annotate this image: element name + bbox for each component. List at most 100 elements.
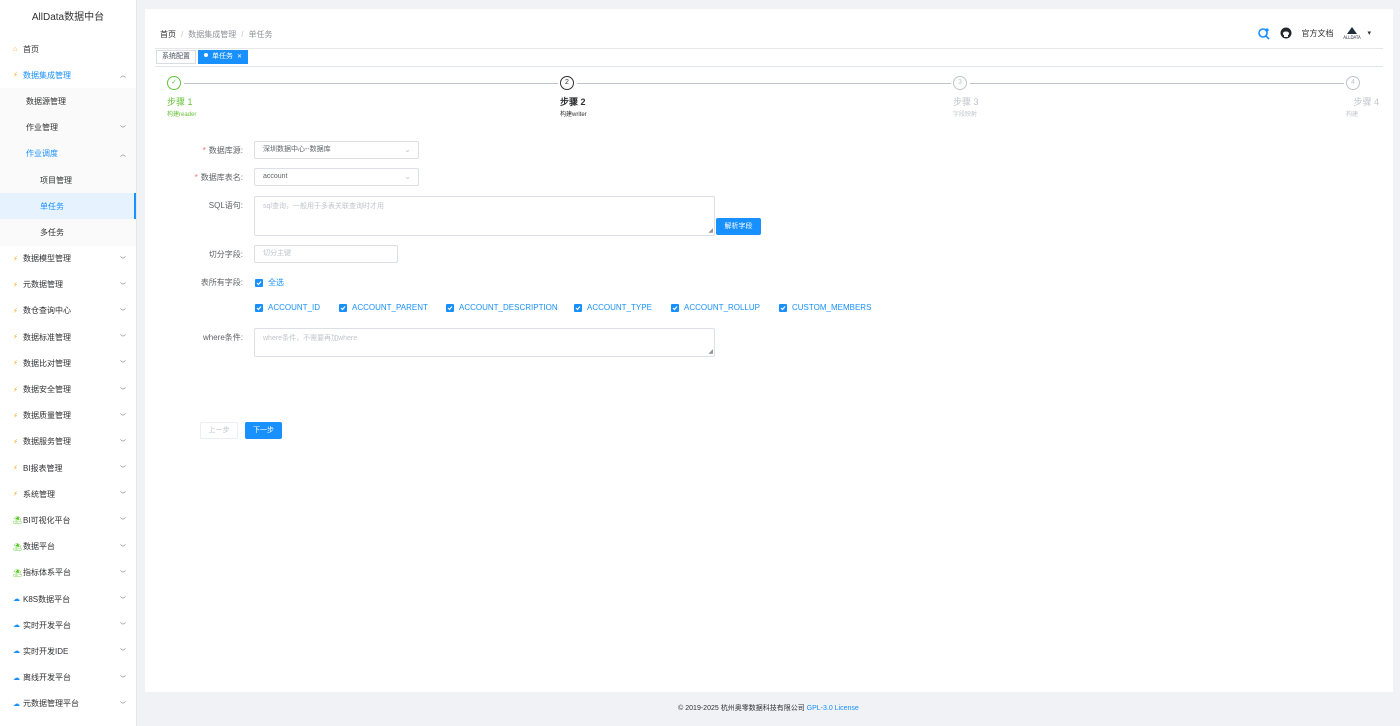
sidebar-item-19[interactable]: ⛱ 数据平台 ﹀ (0, 534, 136, 560)
caret-down-icon: ▾ (1367, 30, 1371, 37)
sidebar-item-13[interactable]: ⚡ 数据安全管理 ﹀ (0, 376, 136, 402)
field-checkbox[interactable]: CUSTOM_MEMBERS (779, 303, 871, 312)
prev-step-button[interactable]: 上一步 (200, 422, 238, 439)
sidebar-item-label: 数据标准管理 (23, 332, 71, 342)
docs-link[interactable]: 官方文档 (1301, 28, 1333, 39)
parse-fields-button[interactable]: 解析字段 (716, 218, 761, 235)
sidebar-item-24[interactable]: ☁ 离线开发平台 ﹀ (0, 665, 136, 691)
sidebar-item-label: 数据源管理 (26, 96, 66, 106)
header-divider (155, 48, 1383, 49)
sidebar-item-17[interactable]: ⚡ 系统管理 ﹀ (0, 481, 136, 507)
chevron-down-icon: ﹀ (119, 335, 126, 342)
step-2-number: 2 (560, 76, 574, 90)
sidebar-item-label: 作业管理 (26, 123, 58, 133)
sidebar-item-15[interactable]: ⚡ 数据服务管理 ﹀ (0, 429, 136, 455)
sidebar-item-23[interactable]: ☁ 实时开发IDE ﹀ (0, 638, 136, 664)
sidebar-item-8[interactable]: ⚡ 数据模型管理 ﹀ (0, 246, 136, 272)
select-all-checkbox[interactable]: 全选 (255, 277, 284, 288)
table-label: * 数据库表名: (194, 173, 243, 182)
step-1-title: 步骤 1 (167, 97, 193, 107)
where-textarea[interactable]: where条件，不需要再加where ◢ (254, 328, 715, 357)
sidebar-item-4[interactable]: 作业调度 ︿ (0, 140, 136, 167)
sidebar-item-label: 离线开发平台 (23, 673, 71, 683)
brand-title: AllData数据中台 (31, 12, 105, 23)
sidebar-item-11[interactable]: ⚡ 数据标准管理 ﹀ (0, 324, 136, 350)
sidebar-item-21[interactable]: ☁ K8S数据平台 ﹀ (0, 586, 136, 612)
step-1-desc: 构建reader (167, 112, 197, 118)
step-connector (577, 83, 951, 84)
sql-label: SQL语句: (208, 201, 243, 210)
tag-single-task[interactable]: 单任务 ✕ (198, 50, 249, 64)
platform-icon: ⛱ (13, 543, 22, 551)
sidebar-item-label: BI报表管理 (23, 463, 63, 473)
platform-icon: ⛱ (13, 517, 22, 525)
step-3-desc: 字段映射 (953, 112, 978, 118)
sql-textarea[interactable]: sql查询，一般用于多表关联查询时才用 ◢ (254, 196, 715, 236)
step-4-number: 4 (1346, 76, 1360, 90)
sidebar-item-9[interactable]: ⚡ 元数据管理 ﹀ (0, 272, 136, 298)
cloud-icon: ☁ (13, 700, 20, 708)
sidebar-item-0[interactable]: ⌂ 首页 (0, 36, 136, 62)
datasource-select[interactable]: 深圳数据中心--数据库 ⌄ (254, 141, 419, 159)
github-icon[interactable] (1279, 27, 1292, 40)
steps: ✓ 步骤 1 构建reader 2 步骤 2 构建writer 3 步骤 3 字… (167, 76, 1379, 126)
cloud-icon: ☁ (13, 622, 20, 630)
resize-handle-icon[interactable]: ◢ (708, 227, 713, 234)
sidebar-item-10[interactable]: ⚡ 数仓查询中心 ﹀ (0, 298, 136, 324)
sidebar-item-6[interactable]: 单任务 (0, 193, 136, 220)
alldata-logo-icon: ALLDATA (1344, 27, 1362, 40)
tag-system-config[interactable]: 系统配置 (156, 50, 196, 64)
lightning-icon: ⚡ (13, 412, 18, 420)
split-label: 切分字段: (208, 250, 243, 259)
checkbox-checked-icon (574, 303, 582, 312)
avatar[interactable]: ALLDATA ▾ (1342, 26, 1371, 40)
field-checkbox[interactable]: ACCOUNT_ID (255, 303, 320, 312)
sidebar-item-14[interactable]: ⚡ 数据质量管理 ﹀ (0, 403, 136, 429)
field-checkbox[interactable]: ACCOUNT_ROLLUP (671, 303, 760, 312)
field-checkbox[interactable]: ACCOUNT_TYPE (574, 303, 652, 312)
search-icon[interactable] (1257, 27, 1271, 40)
field-checkbox[interactable]: ACCOUNT_DESCRIPTION (446, 303, 558, 312)
sidebar-item-22[interactable]: ☁ 实时开发平台 ﹀ (0, 612, 136, 638)
sidebar-item-2[interactable]: 数据源管理 (0, 88, 136, 115)
sidebar-item-18[interactable]: ⛱ BI可视化平台 ﹀ (0, 507, 136, 533)
sidebar-item-12[interactable]: ⚡ 数据比对管理 ﹀ (0, 350, 136, 376)
chevron-up-icon: ︿ (119, 73, 126, 80)
chevron-down-icon: ﹀ (119, 283, 126, 290)
breadcrumb-item-integration[interactable]: 数据集成管理 (188, 30, 236, 39)
checkbox-checked-icon (255, 303, 263, 312)
cloud-icon: ☁ (13, 674, 20, 682)
sidebar-item-label: 首页 (23, 44, 39, 54)
breadcrumb-item-home[interactable]: 首页 (160, 30, 176, 39)
table-select[interactable]: account ⌄ (254, 168, 419, 186)
sidebar-item-label: 系统管理 (23, 489, 55, 499)
sidebar-item-label: BI可视化平台 (23, 515, 71, 525)
sidebar-item-label: 元数据管理 (23, 280, 63, 290)
field-checkbox[interactable]: ACCOUNT_PARENT (339, 303, 428, 312)
lightning-icon: ⚡ (13, 281, 18, 289)
sidebar-item-20[interactable]: ⛱ 指标体系平台 ﹀ (0, 560, 136, 586)
sidebar-item-7[interactable]: 多任务 (0, 219, 136, 246)
split-field-input[interactable]: 切分主键 (254, 245, 398, 263)
sidebar-item-25[interactable]: ☁ 元数据管理平台 ﹀ (0, 691, 136, 717)
step-4-title: 步骤 4 (1353, 97, 1379, 107)
lightning-icon: ⚡ (13, 307, 18, 315)
lightning-icon: ⚡ (13, 386, 18, 394)
chevron-down-icon: ﹀ (119, 623, 126, 630)
sidebar-item-5[interactable]: 项目管理 (0, 166, 136, 194)
active-dot-icon (204, 53, 208, 57)
license-link[interactable]: GPL-3.0 License (807, 705, 859, 712)
svg-text:ALLDATA: ALLDATA (1344, 35, 1362, 40)
resize-handle-icon[interactable]: ◢ (708, 348, 713, 355)
sidebar-item-3[interactable]: 作业管理 ﹀ (0, 114, 136, 141)
sidebar-item-16[interactable]: ⚡ BI报表管理 ﹀ (0, 455, 136, 481)
step-3-title: 步骤 3 (953, 97, 979, 107)
sidebar-item-1[interactable]: ⚡ 数据集成管理 ︿ (0, 62, 136, 88)
sidebar-item-label: 数据服务管理 (23, 437, 71, 447)
sidebar-item-label: 数据质量管理 (23, 411, 71, 421)
close-icon[interactable]: ✕ (237, 54, 242, 60)
next-step-button[interactable]: 下一步 (245, 422, 282, 439)
chevron-down-icon: ﹀ (119, 414, 126, 421)
chevron-down-icon: ﹀ (119, 649, 126, 656)
sidebar-item-label: 项目管理 (40, 175, 72, 185)
